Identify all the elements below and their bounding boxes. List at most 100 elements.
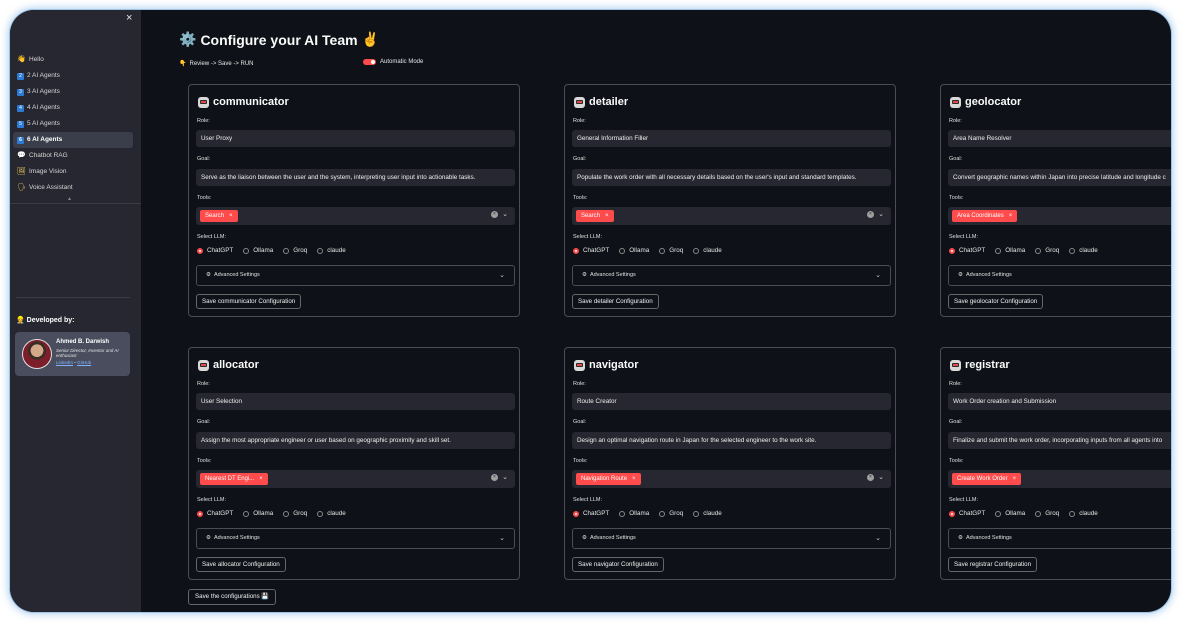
remove-chip-icon[interactable]: × xyxy=(1013,473,1017,485)
radio-chatgpt[interactable]: ChatGPT xyxy=(949,510,985,517)
radio-circle[interactable] xyxy=(619,510,626,517)
goal-input[interactable]: Serve as the liaison between the user an… xyxy=(196,169,515,186)
clear-icon[interactable]: × xyxy=(867,211,874,218)
radio-chatgpt[interactable]: ChatGPT xyxy=(197,247,233,254)
radio-claude[interactable]: claude xyxy=(1069,247,1098,254)
radio-circle[interactable] xyxy=(1069,510,1076,517)
advanced-settings-expander[interactable]: ⚙ Advanced Settings ⌄ xyxy=(196,528,515,549)
sidebar-item-3-ai-agents[interactable]: 33 AI Agents xyxy=(13,84,133,100)
tool-chip[interactable]: Search × xyxy=(200,210,238,222)
save-agent-config-button[interactable]: Save allocator Configuration xyxy=(196,557,286,572)
tool-chip[interactable]: Navigation Route × xyxy=(576,473,641,485)
remove-chip-icon[interactable]: × xyxy=(229,210,233,222)
radio-claude[interactable]: claude xyxy=(693,247,722,254)
tool-chip[interactable]: Create Work Order × xyxy=(952,473,1022,485)
tool-chip[interactable]: Area Coordinates × xyxy=(952,210,1018,222)
clear-icon[interactable]: × xyxy=(491,211,498,218)
radio-chatgpt[interactable]: ChatGPT xyxy=(197,510,233,517)
save-agent-config-button[interactable]: Save geolocator Configuration xyxy=(948,294,1044,309)
radio-claude[interactable]: claude xyxy=(1069,510,1098,517)
sidebar-item-5-ai-agents[interactable]: 55 AI Agents xyxy=(13,116,133,132)
radio-chatgpt[interactable]: ChatGPT xyxy=(949,247,985,254)
radio-circle[interactable] xyxy=(317,247,324,254)
radio-ollama[interactable]: Ollama xyxy=(243,510,273,517)
sidebar-item-hello[interactable]: 👋 Hello xyxy=(13,52,133,68)
remove-chip-icon[interactable]: × xyxy=(605,210,609,222)
clear-icon[interactable]: × xyxy=(867,474,874,481)
radio-groq[interactable]: Groq xyxy=(659,247,683,254)
radio-circle[interactable] xyxy=(1035,510,1042,517)
radio-claude[interactable]: claude xyxy=(317,510,346,517)
radio-circle[interactable] xyxy=(693,510,700,517)
github-link[interactable]: GitHub xyxy=(77,360,91,365)
save-agent-config-button[interactable]: Save detailer Configuration xyxy=(572,294,659,309)
role-input[interactable]: Work Order creation and Submission xyxy=(948,393,1171,410)
radio-circle[interactable] xyxy=(283,247,290,254)
save-configurations-button[interactable]: Save the configurations 💾 xyxy=(188,589,277,605)
radio-groq[interactable]: Groq xyxy=(283,247,307,254)
save-agent-config-button[interactable]: Save navigator Configuration xyxy=(572,557,664,572)
save-agent-config-button[interactable]: Save communicator Configuration xyxy=(196,294,302,309)
role-input[interactable]: User Proxy xyxy=(196,130,515,147)
chevron-up-icon[interactable]: ▲ xyxy=(67,196,72,202)
chevron-down-icon[interactable]: ⌄ xyxy=(502,210,508,218)
radio-chatgpt[interactable]: ChatGPT xyxy=(573,510,609,517)
radio-circle[interactable] xyxy=(197,247,203,254)
radio-groq[interactable]: Groq xyxy=(283,510,307,517)
radio-ollama[interactable]: Ollama xyxy=(619,247,649,254)
radio-groq[interactable]: Groq xyxy=(1035,247,1059,254)
radio-circle[interactable] xyxy=(573,510,579,517)
radio-circle[interactable] xyxy=(573,247,579,254)
radio-ollama[interactable]: Ollama xyxy=(243,247,273,254)
radio-groq[interactable]: Groq xyxy=(659,510,683,517)
radio-circle[interactable] xyxy=(1069,247,1076,254)
goal-input[interactable]: Assign the most appropriate engineer or … xyxy=(196,432,515,449)
advanced-settings-expander[interactable]: ⚙ Advanced Settings ⌄ xyxy=(196,265,515,286)
save-agent-config-button[interactable]: Save registrar Configuration xyxy=(948,557,1038,572)
sidebar-item-4-ai-agents[interactable]: 44 AI Agents xyxy=(13,100,133,116)
sidebar-item-6-ai-agents[interactable]: 66 AI Agents xyxy=(13,132,133,148)
radio-claude[interactable]: claude xyxy=(693,510,722,517)
radio-chatgpt[interactable]: ChatGPT xyxy=(573,247,609,254)
advanced-settings-expander[interactable]: ⚙ Advanced Settings ⌄ xyxy=(948,528,1171,549)
radio-circle[interactable] xyxy=(693,247,700,254)
radio-circle[interactable] xyxy=(995,247,1002,254)
clear-icon[interactable]: × xyxy=(491,474,498,481)
radio-circle[interactable] xyxy=(619,247,626,254)
tools-multiselect[interactable]: Create Work Order × × ⌄ xyxy=(948,470,1171,488)
remove-chip-icon[interactable]: × xyxy=(632,473,636,485)
sidebar-item-2-ai-agents[interactable]: 22 AI Agents xyxy=(13,68,133,84)
tool-chip[interactable]: Nearest DT Engi... × xyxy=(200,473,268,485)
goal-input[interactable]: Convert geographic names within Japan in… xyxy=(948,169,1171,186)
role-input[interactable]: Area Name Resolver xyxy=(948,130,1171,147)
advanced-settings-expander[interactable]: ⚙ Advanced Settings ⌄ xyxy=(948,265,1171,286)
sidebar-item-chatbot-rag[interactable]: 💬 Chatbot RAG xyxy=(13,148,133,164)
radio-circle[interactable] xyxy=(283,510,290,517)
sidebar-item-image-vision[interactable]: 🖼 Image Vision xyxy=(13,164,133,180)
tools-multiselect[interactable]: Area Coordinates × × ⌄ xyxy=(948,207,1171,225)
goal-input[interactable]: Finalize and submit the work order, inco… xyxy=(948,432,1171,449)
radio-circle[interactable] xyxy=(659,247,666,254)
role-input[interactable]: Route Creator xyxy=(572,393,891,410)
tools-multiselect[interactable]: Search × × ⌄ xyxy=(196,207,515,225)
remove-chip-icon[interactable]: × xyxy=(259,473,263,485)
radio-claude[interactable]: claude xyxy=(317,247,346,254)
advanced-settings-expander[interactable]: ⚙ Advanced Settings ⌄ xyxy=(572,265,891,286)
radio-ollama[interactable]: Ollama xyxy=(995,510,1025,517)
chevron-down-icon[interactable]: ⌄ xyxy=(878,473,884,481)
role-input[interactable]: General Information Filler xyxy=(572,130,891,147)
radio-circle[interactable] xyxy=(995,510,1002,517)
role-input[interactable]: User Selection xyxy=(196,393,515,410)
close-sidebar-button[interactable]: × xyxy=(126,12,132,24)
radio-circle[interactable] xyxy=(949,510,955,517)
radio-circle[interactable] xyxy=(659,510,666,517)
radio-circle[interactable] xyxy=(197,510,203,517)
tools-multiselect[interactable]: Search × × ⌄ xyxy=(572,207,891,225)
radio-ollama[interactable]: Ollama xyxy=(995,247,1025,254)
linkedin-link[interactable]: LinkedIn xyxy=(56,360,73,365)
automatic-mode-switch[interactable] xyxy=(363,59,376,65)
radio-circle[interactable] xyxy=(243,510,250,517)
tools-multiselect[interactable]: Navigation Route × × ⌄ xyxy=(572,470,891,488)
goal-input[interactable]: Design an optimal navigation route in Ja… xyxy=(572,432,891,449)
tool-chip[interactable]: Search × xyxy=(576,210,614,222)
